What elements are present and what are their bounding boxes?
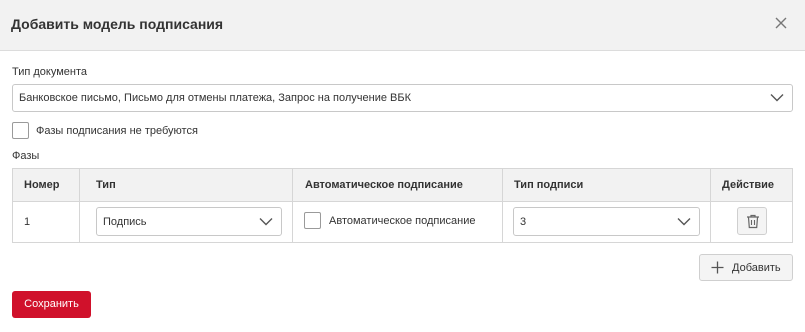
auto-sign-checkbox[interactable] — [304, 212, 321, 229]
column-divider — [710, 169, 711, 242]
doc-type-label: Тип документа — [12, 66, 88, 78]
sign-type-select[interactable]: 3 — [513, 207, 700, 236]
auto-sign-label: Автоматическое подписание — [329, 215, 476, 227]
add-button-label: Добавить — [732, 262, 781, 274]
column-divider — [502, 169, 503, 242]
chevron-down-icon — [770, 94, 784, 102]
table-header: Номер Тип Автоматическое подписание Тип … — [13, 169, 792, 202]
row-number: 1 — [24, 216, 31, 228]
column-divider — [292, 169, 293, 242]
phases-label: Фазы — [12, 150, 40, 162]
dialog-header: Добавить модель подписания — [0, 0, 805, 51]
header-number: Номер — [24, 179, 60, 191]
column-divider — [79, 169, 80, 242]
save-button[interactable]: Сохранить — [12, 291, 91, 318]
chevron-down-icon — [677, 217, 691, 225]
row-type-value: Подпись — [103, 215, 147, 228]
trash-icon — [747, 214, 759, 229]
doc-type-select[interactable]: Банковское письмо, Письмо для отмены пла… — [12, 84, 793, 112]
chevron-down-icon — [259, 217, 273, 225]
no-phases-checkbox[interactable] — [12, 122, 29, 139]
sign-type-value: 3 — [520, 215, 527, 228]
plus-icon — [711, 261, 724, 274]
add-phase-button[interactable]: Добавить — [699, 254, 793, 281]
header-sign-type: Тип подписи — [514, 179, 584, 191]
no-phases-label: Фазы подписания не требуются — [36, 125, 198, 137]
doc-type-value: Банковское письмо, Письмо для отмены пла… — [19, 92, 411, 104]
close-icon[interactable] — [773, 15, 789, 31]
header-action: Действие — [722, 179, 774, 191]
dialog-title: Добавить модель подписания — [11, 16, 224, 32]
delete-row-button[interactable] — [737, 207, 767, 235]
header-auto-sign: Автоматическое подписание — [305, 179, 463, 191]
header-type: Тип — [96, 179, 116, 191]
row-type-select[interactable]: Подпись — [96, 207, 282, 236]
